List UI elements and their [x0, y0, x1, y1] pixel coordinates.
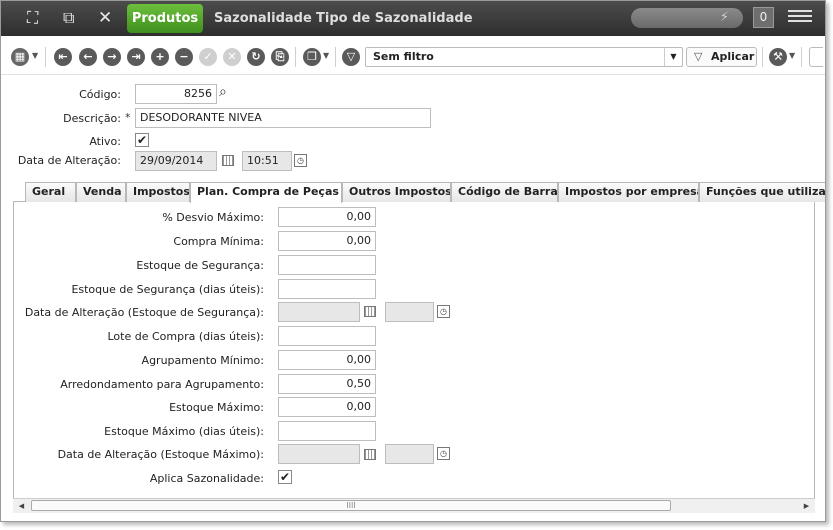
tab-outros-impostos[interactable]: Outros Impostos	[342, 182, 451, 202]
fullscreen-icon[interactable]: ⛶	[27, 9, 38, 27]
descricao-label: Descrição:	[63, 112, 121, 125]
filter-icon[interactable]: ▽	[342, 48, 360, 66]
more-button[interactable]	[809, 47, 823, 67]
tab-geral[interactable]: Geral	[25, 182, 76, 202]
chevron-down-icon[interactable]: ▼	[323, 51, 329, 60]
previous-record-icon[interactable]: ←	[79, 48, 97, 66]
clock-icon[interactable]: ◷	[294, 154, 307, 167]
quick-search-field[interactable]: ⚡	[631, 8, 743, 28]
estoque-seguranca-field[interactable]	[278, 255, 376, 275]
tab-venda[interactable]: Venda	[76, 182, 126, 202]
tab-label: Plan. Compra de Peças	[197, 185, 339, 198]
restore-window-icon[interactable]: ⧉	[63, 9, 74, 27]
aplica-sazonalidade-label: Aplica Sazonalidade:	[149, 472, 264, 485]
calendar-icon[interactable]	[364, 449, 376, 460]
toolbar-divider	[45, 47, 46, 67]
compra-minima-label: Compra Mínima:	[173, 235, 264, 248]
clock-icon[interactable]: ◷	[437, 305, 450, 318]
search-icon[interactable]: ⌕	[219, 84, 227, 100]
toolbar-divider	[801, 47, 802, 67]
horizontal-scrollbar[interactable]: ◀ IIII ▶	[13, 498, 815, 513]
tab-plan-compra-de-pecas[interactable]: Plan. Compra de Peças ↗	[190, 182, 342, 203]
data-alt-seguranca-date-field[interactable]	[278, 302, 360, 322]
apply-label: Aplicar	[711, 50, 755, 63]
tab-tipo-de-sazonalidade[interactable]: Tipo de Sazonalidade	[316, 4, 473, 33]
tab-funcoes-que-utilizam[interactable]: Funções que utilizam P	[699, 182, 825, 202]
tab-codigo-de-barras[interactable]: Código de Barras	[451, 182, 558, 202]
copy-icon[interactable]: ⎘	[271, 48, 289, 66]
window: ⛶ ⧉ ✕ Produtos Sazonalidade Tipo de Sazo…	[0, 0, 826, 522]
attachment-icon[interactable]: ❐	[303, 48, 321, 66]
codigo-label: Código:	[79, 88, 121, 101]
chevron-down-icon[interactable]: ▼	[32, 51, 38, 60]
scroll-right-icon[interactable]: ▶	[800, 500, 813, 512]
codigo-field[interactable]: 8256	[135, 84, 217, 104]
data-alteracao-date-field[interactable]: 29/09/2014	[135, 151, 217, 171]
apply-filter-button[interactable]: ▽ Aplicar	[686, 47, 757, 67]
data-alt-maximo-label: Data de Alteração (Estoque Máximo):	[57, 448, 264, 461]
arredondamento-label: Arredondamento para Agrupamento:	[60, 378, 264, 391]
top-bar: ⛶ ⧉ ✕ Produtos Sazonalidade Tipo de Sazo…	[1, 1, 825, 36]
tab-strip: Geral Venda Impostos Plan. Compra de Peç…	[13, 182, 825, 203]
toolbar: ▦ ▼ ⇤ ← → ⇥ + − ✓ ✕ ↻ ⎘ ❐ ▼ ▽ Sem filtro…	[1, 39, 825, 75]
funnel-icon: ▽	[694, 50, 703, 63]
chevron-down-icon[interactable]: ▼	[664, 48, 682, 66]
estoque-maximo-dias-field[interactable]	[278, 421, 376, 441]
clock-icon[interactable]: ◷	[437, 447, 450, 460]
hamburger-menu-icon[interactable]	[788, 10, 812, 26]
desvio-label: % Desvio Máximo:	[162, 211, 264, 224]
aplica-sazonalidade-checkbox[interactable]: ✔	[278, 470, 292, 484]
data-alteracao-label: Data de Alteração:	[17, 154, 121, 167]
grid-view-icon[interactable]: ▦	[11, 48, 29, 66]
data-alt-seguranca-label: Data de Alteração (Estoque de Segurança)…	[24, 306, 264, 319]
confirm-icon[interactable]: ✓	[199, 48, 217, 66]
data-alteracao-time-field[interactable]: 10:51	[242, 151, 292, 171]
tab-produtos[interactable]: Produtos	[127, 4, 203, 33]
toolbar-divider	[335, 47, 336, 67]
tab-sazonalidade[interactable]: Sazonalidade	[214, 4, 312, 33]
estoque-maximo-label: Estoque Máximo:	[169, 401, 264, 414]
ativo-label: Ativo:	[89, 135, 121, 148]
agrupamento-minimo-field[interactable]: 0,00	[278, 350, 376, 370]
ativo-checkbox[interactable]: ✔	[135, 133, 149, 147]
lightning-icon: ⚡	[719, 10, 729, 25]
cancel-icon[interactable]: ✕	[223, 48, 241, 66]
calendar-icon[interactable]	[222, 155, 234, 166]
estoque-seguranca-dias-label: Estoque de Segurança (dias úteis):	[71, 283, 264, 296]
estoque-maximo-field[interactable]: 0,00	[278, 397, 376, 417]
lote-compra-field[interactable]	[278, 326, 376, 346]
arredondamento-field[interactable]: 0,50	[278, 374, 376, 394]
toolbar-divider	[295, 47, 296, 67]
first-record-icon[interactable]: ⇤	[54, 48, 72, 66]
toolbar-divider	[762, 47, 763, 67]
scroll-left-icon[interactable]: ◀	[15, 500, 28, 512]
estoque-maximo-dias-label: Estoque Máximo (dias úteis):	[104, 425, 264, 438]
calendar-icon[interactable]	[364, 306, 376, 317]
refresh-icon[interactable]: ↻	[247, 48, 265, 66]
descricao-field[interactable]: DESODORANTE NIVEA	[135, 108, 431, 128]
data-alt-maximo-time-field[interactable]	[385, 444, 434, 464]
estoque-seguranca-label: Estoque de Segurança:	[136, 259, 264, 272]
desvio-field[interactable]: 0,00	[278, 207, 376, 227]
filter-value: Sem filtro	[373, 50, 434, 63]
next-record-icon[interactable]: →	[103, 48, 121, 66]
tab-impostos[interactable]: Impostos	[126, 182, 190, 202]
data-alt-maximo-date-field[interactable]	[278, 444, 360, 464]
lote-compra-label: Lote de Compra (dias úteis):	[107, 330, 265, 343]
estoque-seguranca-dias-field[interactable]	[278, 279, 376, 299]
wrench-icon[interactable]: ⚒	[769, 48, 787, 66]
remove-icon[interactable]: −	[175, 48, 193, 66]
agrupamento-minimo-label: Agrupamento Mínimo:	[141, 354, 264, 367]
compra-minima-field[interactable]: 0,00	[278, 231, 376, 251]
last-record-icon[interactable]: ⇥	[127, 48, 145, 66]
chevron-down-icon[interactable]: ▼	[789, 51, 795, 60]
close-icon[interactable]: ✕	[98, 9, 112, 27]
filter-select[interactable]: Sem filtro ▼	[365, 47, 683, 67]
data-alt-seguranca-time-field[interactable]	[385, 302, 434, 322]
notification-count[interactable]: 0	[753, 7, 774, 28]
tab-impostos-por-empresa[interactable]: Impostos por empresa	[558, 182, 699, 202]
add-icon[interactable]: +	[151, 48, 169, 66]
required-mark: *	[125, 111, 131, 124]
scroll-thumb[interactable]: IIII	[31, 500, 671, 511]
